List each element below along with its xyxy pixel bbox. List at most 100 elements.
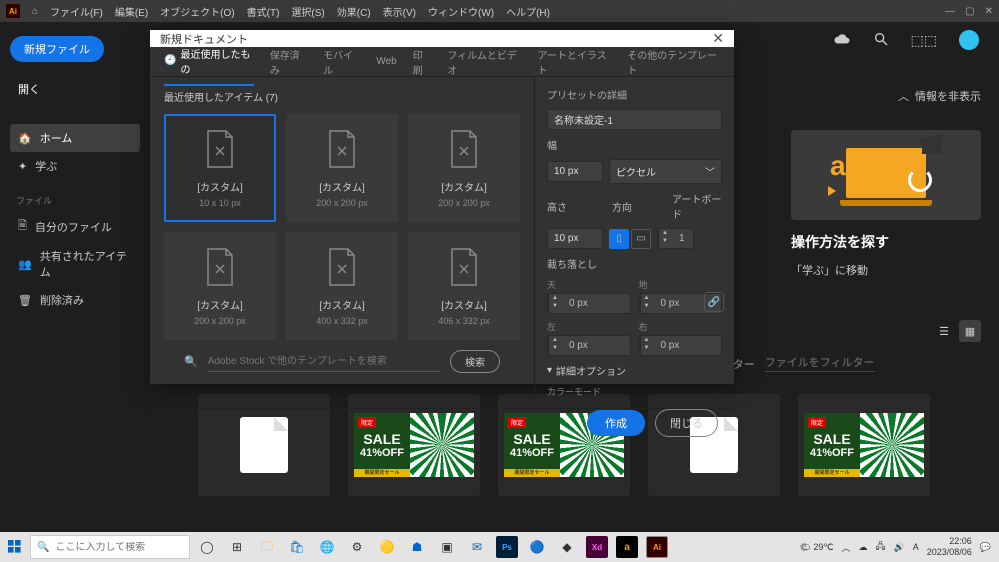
portrait-button[interactable]: ▯: [609, 229, 629, 249]
dialog-tabs: 🕘最近使用したもの 保存済み モバイル Web 印刷 フィルムとビデオ アートと…: [150, 47, 734, 77]
preset-card[interactable]: [カスタム]200 x 200 px: [164, 232, 276, 340]
tray-chevron-icon[interactable]: ︿: [841, 541, 850, 554]
nav-my-files[interactable]: 🗎 自分のファイル: [10, 211, 140, 242]
app-icon[interactable]: ◆: [556, 536, 578, 558]
network-icon[interactable]: 🖧: [875, 539, 885, 555]
orient-label: 方向: [612, 199, 658, 214]
chevron-down-icon: ﹀: [705, 164, 715, 179]
bleed-top[interactable]: ▲▼0 px: [547, 293, 631, 314]
explorer-icon[interactable]: 🗀: [256, 536, 278, 558]
menu-help[interactable]: ヘルプ(H): [506, 4, 550, 19]
recent-icon: 🕘: [164, 55, 176, 66]
preset-card[interactable]: [カスタム]406 x 332 px: [408, 232, 520, 340]
app-icon[interactable]: ☗: [406, 536, 428, 558]
preset-size: 200 x 200 px: [316, 198, 368, 208]
preset-card[interactable]: [カスタム]400 x 332 px: [286, 232, 398, 340]
store-icon[interactable]: 🛍: [286, 536, 308, 558]
preset-size: 10 x 10 px: [199, 198, 241, 208]
create-button[interactable]: 作成: [587, 410, 645, 436]
menu-file[interactable]: ファイル(F): [50, 4, 103, 19]
outlook-icon[interactable]: ✉: [466, 536, 488, 558]
menu-type[interactable]: 書式(T): [247, 4, 280, 19]
gift-icon[interactable]: ⬚⬚: [911, 32, 937, 49]
settings-icon[interactable]: ⚙: [346, 536, 368, 558]
unit-select[interactable]: ピクセル﹀: [609, 159, 722, 184]
height-field[interactable]: 10 px: [547, 228, 603, 249]
how-to-link[interactable]: 「学ぶ」に移動: [791, 262, 981, 278]
close-button[interactable]: 閉じる: [655, 409, 718, 437]
chrome-icon[interactable]: 🟡: [376, 536, 398, 558]
new-file-button[interactable]: 新規ファイル: [10, 36, 104, 62]
preset-card[interactable]: [カスタム]10 x 10 px: [164, 114, 276, 222]
app-icon[interactable]: ▣: [436, 536, 458, 558]
sale-artwork: 限定SALE41%OFF期間限定セール: [804, 413, 924, 477]
weather-widget[interactable]: 🌤 29℃: [799, 542, 833, 553]
landscape-button[interactable]: ▭: [631, 229, 651, 249]
volume-icon[interactable]: 🔊: [894, 542, 905, 553]
bleed-left[interactable]: ▲▼0 px: [547, 335, 631, 356]
taskbar-search-input[interactable]: [55, 542, 187, 553]
close-icon[interactable]: ✕: [985, 6, 993, 17]
preset-card[interactable]: [カスタム] 200 x 200 px: [286, 114, 398, 222]
preset-size: 406 x 332 px: [438, 316, 490, 326]
filter-input[interactable]: [765, 355, 875, 372]
taskbar-search[interactable]: 🔍: [30, 535, 190, 559]
preset-name: [カスタム]: [319, 297, 365, 312]
file-icon: 🗎: [18, 217, 27, 236]
nav-learn[interactable]: ✦ 学ぶ: [10, 152, 140, 180]
clock[interactable]: 22:062023/08/06: [927, 536, 972, 558]
menu-object[interactable]: オブジェクト(O): [160, 4, 234, 19]
step-up-icon[interactable]: ▲: [659, 229, 671, 237]
open-button[interactable]: 開く: [10, 76, 140, 102]
preset-details-header: プリセットの詳細: [547, 87, 722, 102]
step-down-icon[interactable]: ▼: [659, 237, 671, 245]
search-icon[interactable]: [873, 31, 889, 50]
minimize-icon[interactable]: —: [945, 6, 955, 17]
artboard-stepper[interactable]: ▲▼ 1: [657, 228, 694, 249]
taskview-icon[interactable]: ⊞: [226, 536, 248, 558]
how-to-card[interactable]: a 操作方法を探す 「学ぶ」に移動: [791, 130, 981, 278]
menu-view[interactable]: 表示(V): [383, 4, 416, 19]
dialog-footer: 作成 閉じる: [150, 408, 734, 437]
preset-card[interactable]: [カスタム]200 x 200 px: [408, 114, 520, 222]
nav-home[interactable]: 🏠 ホーム: [10, 124, 140, 152]
notification-icon[interactable]: 💬: [980, 542, 991, 553]
amazon-icon[interactable]: a: [616, 536, 638, 558]
home-icon[interactable]: ⌂: [32, 6, 38, 17]
maximize-icon[interactable]: ▢: [965, 6, 974, 17]
advanced-toggle[interactable]: ▾詳細オプション: [547, 363, 722, 378]
photoshop-icon[interactable]: Ps: [496, 536, 518, 558]
cloud-icon[interactable]: [833, 33, 851, 48]
stock-search-input[interactable]: [208, 352, 440, 372]
view-controls: ☰ ▦: [933, 320, 981, 342]
how-to-title: 操作方法を探す: [791, 232, 981, 252]
cortana-icon[interactable]: ◯: [196, 536, 218, 558]
start-button[interactable]: [0, 540, 30, 554]
grid-view-button[interactable]: ▦: [959, 320, 981, 342]
bleed-right[interactable]: ▲▼0 px: [639, 335, 723, 356]
dialog-details-panel: プリセットの詳細 幅 10 px ピクセル﹀ 高さ 方向 アートボード 10 p…: [534, 77, 734, 408]
width-field[interactable]: 10 px: [547, 161, 603, 182]
recent-thumb[interactable]: 限定SALE41%OFF期間限定セール: [798, 394, 930, 496]
tab-web[interactable]: Web: [376, 48, 396, 75]
recent-items-label: 最近使用したアイテム (7): [164, 89, 520, 104]
preset-name: [カスタム]: [319, 179, 365, 194]
xd-icon[interactable]: Xd: [586, 536, 608, 558]
menu-edit[interactable]: 編集(E): [115, 4, 148, 19]
illustrator-icon[interactable]: Ai: [646, 536, 668, 558]
link-bleed-icon[interactable]: 🔗: [704, 292, 724, 312]
menu-select[interactable]: 選択(S): [291, 4, 324, 19]
menu-window[interactable]: ウィンドウ(W): [428, 4, 494, 19]
nav-trash[interactable]: 🗑 削除済み: [10, 286, 140, 314]
nav-shared[interactable]: 👥 共有されたアイテム: [10, 242, 140, 286]
menu-effect[interactable]: 効果(C): [337, 4, 371, 19]
edge-icon[interactable]: 🌐: [316, 536, 338, 558]
preset-size: 200 x 200 px: [194, 316, 246, 326]
chrome-icon[interactable]: 🔵: [526, 536, 548, 558]
avatar[interactable]: [959, 30, 979, 50]
ime-icon[interactable]: A: [913, 542, 919, 552]
list-view-button[interactable]: ☰: [933, 320, 955, 342]
stock-search-button[interactable]: 検索: [450, 350, 500, 373]
onedrive-icon[interactable]: ☁: [858, 542, 867, 553]
preset-name-input[interactable]: [547, 109, 722, 130]
